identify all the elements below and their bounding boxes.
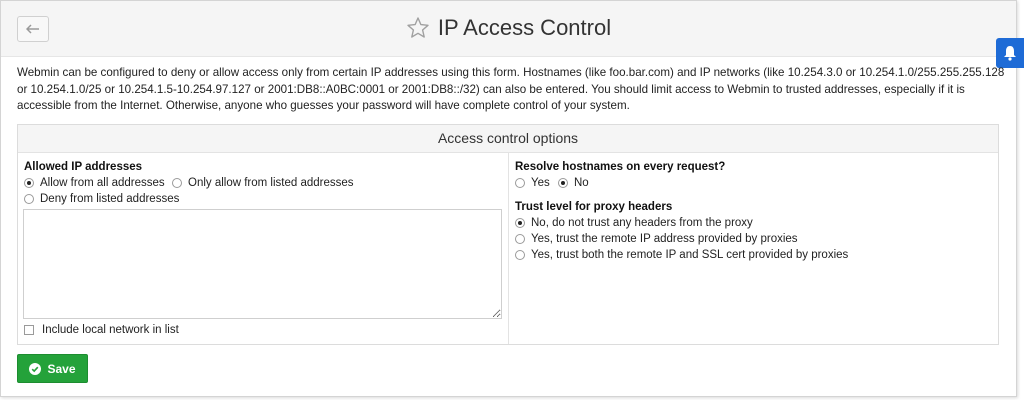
- save-button-label: Save: [47, 361, 76, 376]
- options-section: Resolve hostnames on every request? Yes …: [509, 153, 998, 344]
- access-control-panel: Access control options Allowed IP addres…: [17, 124, 999, 345]
- allowed-ip-label: Allowed IP addresses: [24, 161, 143, 173]
- radio-allow-all[interactable]: Allow from all addresses: [24, 177, 165, 189]
- notifications-button[interactable]: [996, 38, 1024, 68]
- bell-icon: [1004, 46, 1016, 61]
- checkbox-indicator[interactable]: [24, 325, 34, 335]
- radio-allow-all-label: Allow from all addresses: [40, 177, 165, 189]
- radio-deny-listed[interactable]: Deny from listed addresses: [24, 193, 179, 205]
- radio-indicator[interactable]: [558, 178, 568, 188]
- include-local-network-checkbox[interactable]: Include local network in list: [24, 324, 179, 336]
- radio-only-listed-label: Only allow from listed addresses: [188, 177, 354, 189]
- radio-trust-remote-ip[interactable]: Yes, trust the remote IP address provide…: [515, 233, 798, 245]
- radio-indicator[interactable]: [515, 250, 525, 260]
- radio-indicator[interactable]: [24, 178, 34, 188]
- intro-text: Webmin can be configured to deny or allo…: [17, 66, 1005, 112]
- radio-deny-listed-label: Deny from listed addresses: [40, 193, 180, 205]
- radio-indicator[interactable]: [515, 234, 525, 244]
- allowed-ip-section: Allowed IP addresses Allow from all addr…: [18, 153, 509, 344]
- radio-trust-none-label: No, do not trust any headers from the pr…: [531, 217, 753, 229]
- radio-only-listed[interactable]: Only allow from listed addresses: [172, 177, 354, 189]
- include-local-network-label: Include local network in list: [42, 324, 179, 336]
- radio-indicator[interactable]: [515, 178, 525, 188]
- resolve-hostnames-label: Resolve hostnames on every request?: [515, 161, 726, 173]
- radio-indicator[interactable]: [515, 218, 525, 228]
- radio-resolve-no-label: No: [574, 177, 589, 189]
- star-outline-icon[interactable]: [406, 16, 430, 40]
- page-title: IP Access Control: [437, 15, 612, 40]
- save-button[interactable]: Save: [17, 354, 88, 383]
- radio-trust-remote-ip-label: Yes, trust the remote IP address provide…: [531, 233, 798, 245]
- radio-resolve-yes[interactable]: Yes: [515, 177, 550, 189]
- ip-addresses-textarea[interactable]: [23, 209, 502, 319]
- radio-indicator[interactable]: [172, 178, 182, 188]
- radio-trust-none[interactable]: No, do not trust any headers from the pr…: [515, 217, 753, 229]
- panel-title: Access control options: [18, 125, 998, 153]
- title-bar: IP Access Control: [1, 1, 1016, 57]
- radio-trust-ip-and-cert-label: Yes, trust both the remote IP and SSL ce…: [531, 249, 849, 261]
- check-circle-icon: [29, 362, 42, 375]
- radio-resolve-yes-label: Yes: [531, 177, 550, 189]
- radio-resolve-no[interactable]: No: [558, 177, 589, 189]
- radio-indicator[interactable]: [24, 194, 34, 204]
- radio-trust-ip-and-cert[interactable]: Yes, trust both the remote IP and SSL ce…: [515, 249, 848, 261]
- trust-level-label: Trust level for proxy headers: [515, 201, 673, 213]
- title-wrap: IP Access Control: [1, 15, 1016, 41]
